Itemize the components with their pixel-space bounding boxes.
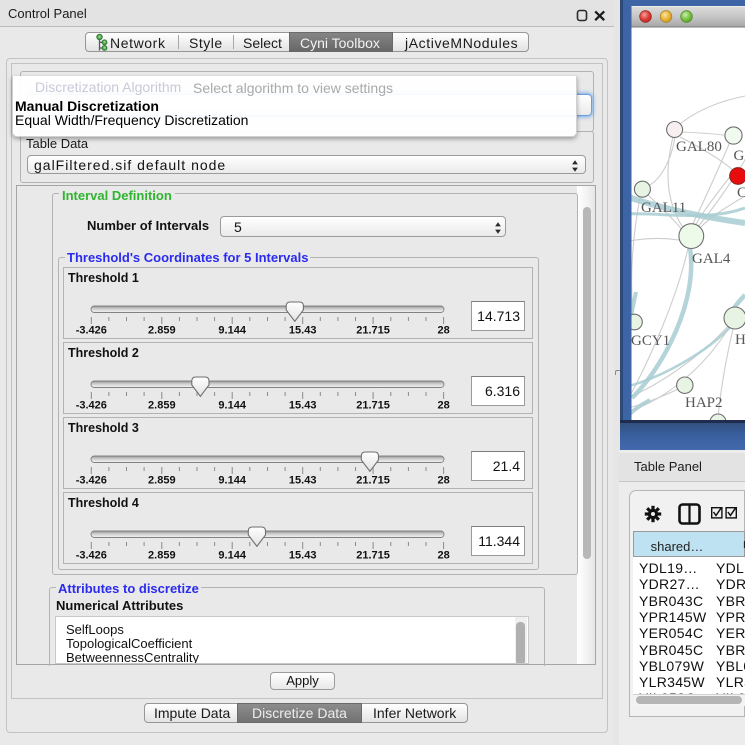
- svg-text:28: 28: [437, 550, 449, 562]
- svg-text:H: H: [735, 332, 745, 348]
- svg-text:9.144: 9.144: [218, 550, 246, 562]
- svg-text:2.859: 2.859: [148, 325, 176, 337]
- svg-text:15.43: 15.43: [289, 550, 317, 562]
- svg-text:15.43: 15.43: [289, 400, 317, 412]
- svg-text:2.859: 2.859: [148, 475, 176, 487]
- svg-text:GAL4: GAL4: [692, 251, 731, 267]
- svg-text:GCY1: GCY1: [631, 333, 670, 349]
- svg-text:HAP2: HAP2: [685, 395, 723, 411]
- svg-text:21.715: 21.715: [356, 325, 390, 337]
- svg-text:15.43: 15.43: [289, 475, 317, 487]
- svg-text:GAL11: GAL11: [641, 200, 686, 216]
- svg-text:21.715: 21.715: [356, 400, 390, 412]
- svg-text:9.144: 9.144: [218, 475, 246, 487]
- svg-text:28: 28: [437, 475, 449, 487]
- svg-text:9.144: 9.144: [218, 400, 246, 412]
- svg-text:GA: GA: [734, 148, 745, 164]
- svg-text:GAL80: GAL80: [676, 139, 722, 155]
- svg-text:21.715: 21.715: [356, 550, 390, 562]
- svg-text:2.859: 2.859: [148, 550, 176, 562]
- svg-text:C: C: [737, 185, 745, 201]
- svg-text:28: 28: [437, 400, 449, 412]
- svg-text:15.43: 15.43: [289, 325, 317, 337]
- svg-text:-3.426: -3.426: [76, 475, 107, 487]
- svg-text:21.715: 21.715: [356, 475, 390, 487]
- svg-text:-3.426: -3.426: [76, 400, 107, 412]
- svg-text:28: 28: [437, 325, 449, 337]
- svg-text:2.859: 2.859: [148, 400, 176, 412]
- svg-text:-3.426: -3.426: [76, 550, 107, 562]
- svg-text:9.144: 9.144: [218, 325, 246, 337]
- svg-text:-3.426: -3.426: [76, 325, 107, 337]
